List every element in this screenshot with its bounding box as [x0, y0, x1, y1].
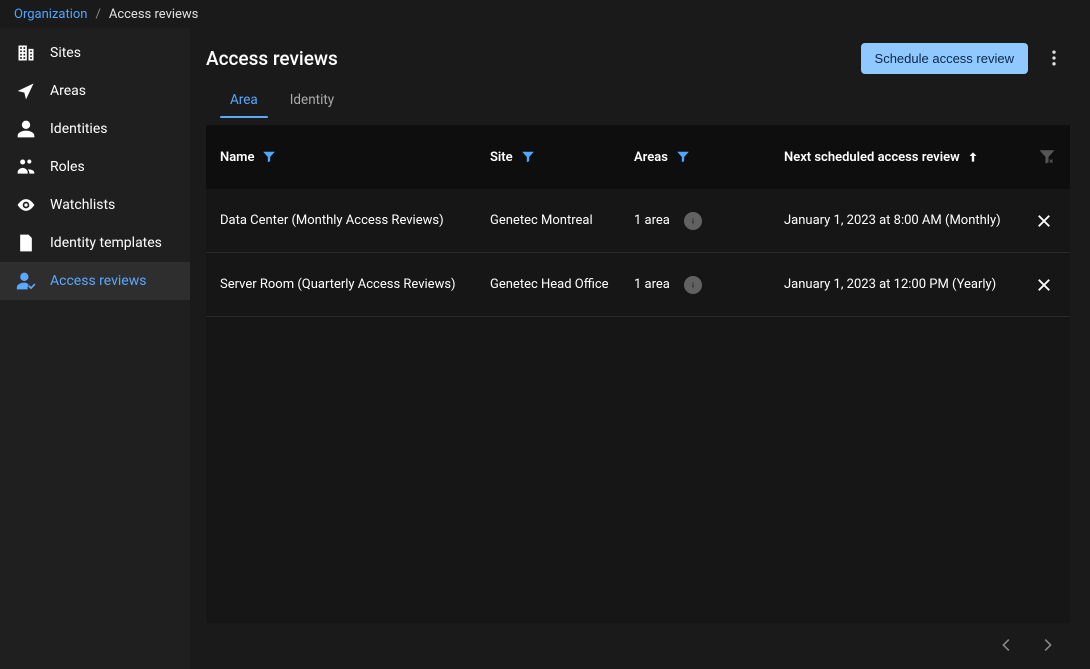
tabs: Area Identity	[206, 84, 1070, 119]
page-header: Access reviews Schedule access review	[206, 42, 1070, 74]
sidebar-item-watchlists[interactable]: Watchlists	[0, 186, 190, 224]
navigation-icon	[16, 81, 36, 101]
chevron-right-icon	[1039, 636, 1057, 654]
cell-site: Genetec Montreal	[490, 213, 593, 228]
table-body: Data Center (Monthly Access Reviews) Gen…	[206, 189, 1070, 623]
sidebar-item-areas[interactable]: Areas	[0, 72, 190, 110]
prev-page-button[interactable]	[992, 631, 1020, 659]
table-row[interactable]: Server Room (Quarterly Access Reviews) G…	[206, 253, 1070, 317]
column-header-next-review[interactable]: Next scheduled access review	[784, 150, 960, 165]
cell-next-review: January 1, 2023 at 12:00 PM (Yearly)	[784, 277, 996, 292]
sidebar-item-label: Roles	[50, 159, 85, 175]
person-icon	[16, 119, 36, 139]
main-content: Access reviews Schedule access review Ar…	[190, 28, 1090, 669]
cell-areas: 1 area	[634, 277, 670, 292]
people-icon	[16, 157, 36, 177]
next-page-button[interactable]	[1034, 631, 1062, 659]
cell-site: Genetec Head Office	[490, 277, 609, 292]
page-title: Access reviews	[206, 47, 338, 70]
schedule-access-review-button[interactable]: Schedule access review	[861, 43, 1028, 74]
delete-row-button[interactable]	[1032, 209, 1056, 233]
document-icon	[16, 233, 36, 253]
sidebar-item-label: Sites	[50, 45, 81, 61]
pagination	[206, 623, 1070, 659]
delete-row-button[interactable]	[1032, 273, 1056, 297]
sidebar-item-label: Access reviews	[50, 273, 146, 289]
info-icon[interactable]	[684, 212, 702, 230]
sidebar-item-access-reviews[interactable]: Access reviews	[0, 262, 190, 300]
sidebar: Sites Areas Identities Roles Watchlists …	[0, 28, 190, 669]
person-check-icon	[16, 271, 36, 291]
cell-name: Server Room (Quarterly Access Reviews)	[220, 277, 456, 292]
column-header-name[interactable]: Name	[220, 150, 254, 165]
eye-icon	[16, 195, 36, 215]
sidebar-item-label: Identities	[50, 121, 107, 137]
cell-next-review: January 1, 2023 at 8:00 AM (Monthly)	[784, 213, 1001, 228]
filter-icon[interactable]	[521, 150, 535, 164]
sort-ascending-icon[interactable]	[966, 150, 980, 164]
breadcrumb: Organization / Access reviews	[0, 0, 1090, 28]
breadcrumb-current: Access reviews	[109, 7, 199, 22]
sidebar-item-identity-templates[interactable]: Identity templates	[0, 224, 190, 262]
table-row[interactable]: Data Center (Monthly Access Reviews) Gen…	[206, 189, 1070, 253]
filter-icon[interactable]	[262, 150, 276, 164]
more-options-button[interactable]	[1038, 42, 1070, 74]
more-vertical-icon	[1044, 48, 1064, 68]
sidebar-item-label: Areas	[50, 83, 86, 99]
sidebar-item-label: Watchlists	[50, 197, 115, 213]
clear-filters-icon[interactable]	[1038, 148, 1056, 166]
cell-areas: 1 area	[634, 213, 670, 228]
breadcrumb-separator: /	[95, 7, 100, 22]
building-icon	[16, 43, 36, 63]
sidebar-item-roles[interactable]: Roles	[0, 148, 190, 186]
breadcrumb-organization[interactable]: Organization	[14, 7, 87, 22]
filter-icon[interactable]	[676, 150, 690, 164]
column-header-site[interactable]: Site	[490, 150, 513, 165]
cell-name: Data Center (Monthly Access Reviews)	[220, 213, 444, 228]
tab-identity[interactable]: Identity	[288, 84, 336, 118]
sidebar-item-identities[interactable]: Identities	[0, 110, 190, 148]
sidebar-item-sites[interactable]: Sites	[0, 34, 190, 72]
access-reviews-table: Name Site Areas Next scheduled access re…	[206, 125, 1070, 623]
column-header-areas[interactable]: Areas	[634, 150, 668, 165]
info-icon[interactable]	[684, 276, 702, 294]
table-header-row: Name Site Areas Next scheduled access re…	[206, 125, 1070, 189]
sidebar-item-label: Identity templates	[50, 235, 162, 251]
chevron-left-icon	[997, 636, 1015, 654]
tab-area[interactable]: Area	[228, 84, 260, 118]
